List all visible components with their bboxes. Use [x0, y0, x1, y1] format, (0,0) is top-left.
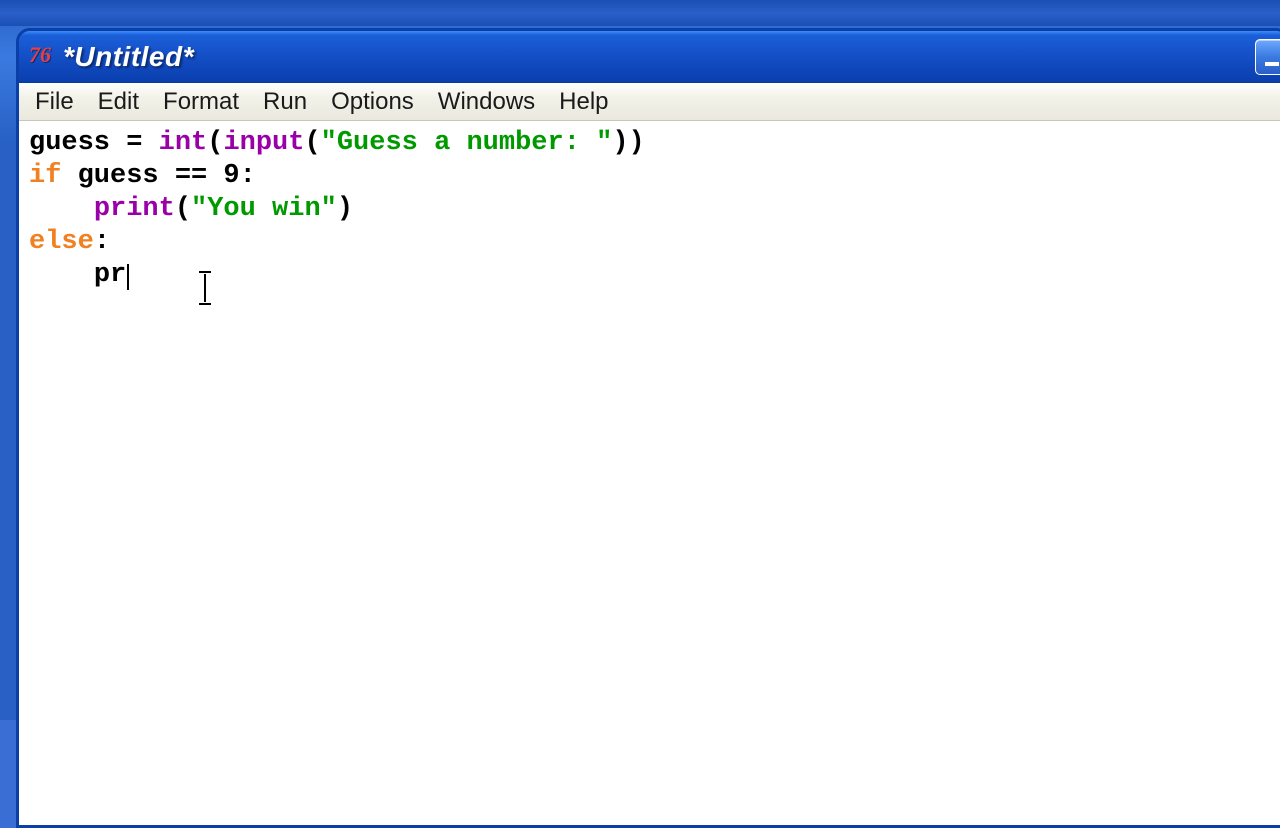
window-title: *Untitled* — [63, 41, 194, 73]
app-icon-glyph: 76 — [29, 42, 51, 67]
text-caret — [127, 264, 129, 290]
desktop-background: 76 *Untitled* File Edit Format Run Optio… — [0, 0, 1280, 720]
menu-windows[interactable]: Windows — [426, 84, 547, 120]
minimize-button[interactable] — [1255, 39, 1280, 75]
window-titlebar[interactable]: 76 *Untitled* — [19, 31, 1280, 83]
menu-run[interactable]: Run — [251, 84, 319, 120]
background-window-titlebar — [0, 0, 1280, 26]
code-line-3: print("You win") — [29, 193, 1277, 226]
code-line-4: else: — [29, 226, 1277, 259]
code-line-5: pr — [29, 259, 1277, 292]
code-line-1: guess = int(input("Guess a number: ")) — [29, 127, 1277, 160]
menu-format[interactable]: Format — [151, 84, 251, 120]
code-line-2: if guess == 9: — [29, 160, 1277, 193]
code-editor[interactable]: guess = int(input("Guess a number: ")) i… — [19, 121, 1280, 825]
menu-options[interactable]: Options — [319, 84, 426, 120]
menu-help[interactable]: Help — [547, 84, 620, 120]
menu-edit[interactable]: Edit — [86, 84, 151, 120]
menu-file[interactable]: File — [23, 84, 86, 120]
app-icon: 76 — [29, 44, 55, 70]
menu-bar: File Edit Format Run Options Windows Hel… — [19, 83, 1280, 121]
idle-editor-window: 76 *Untitled* File Edit Format Run Optio… — [16, 28, 1280, 828]
